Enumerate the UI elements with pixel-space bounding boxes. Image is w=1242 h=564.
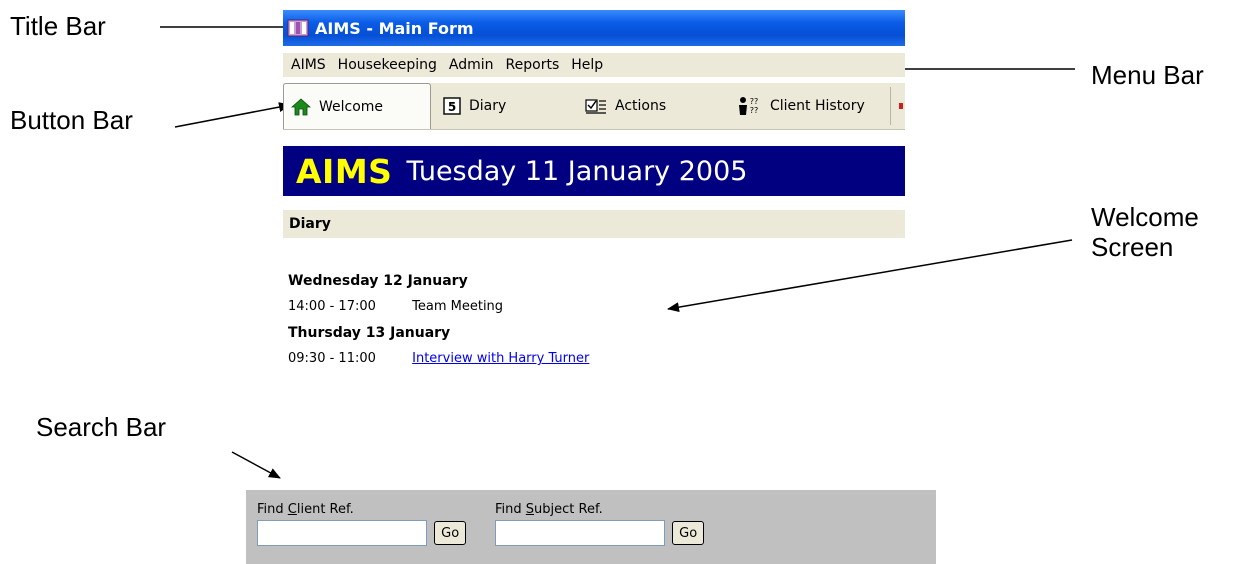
window-title: AIMS - Main Form	[315, 18, 474, 38]
find-client-label: Find Client Ref.	[257, 502, 466, 517]
banner-brand: AIMS	[296, 151, 393, 191]
svg-text:??: ??	[750, 97, 759, 106]
entry-time: 14:00 - 17:00	[288, 299, 376, 314]
menu-aims[interactable]: AIMS	[283, 57, 332, 73]
find-client-label-prefix: Find	[257, 502, 288, 517]
find-subject-group: Find Subject Ref. Go	[495, 502, 705, 546]
diary-header-label: Diary	[289, 216, 331, 232]
partial-toolbar-icon	[899, 103, 903, 109]
client-history-icon: ?? ??	[738, 96, 762, 116]
actions-label: Actions	[615, 98, 667, 114]
find-subject-label-accel: S	[525, 502, 535, 517]
diary-label: Diary	[469, 98, 507, 114]
find-subject-label-prefix: Find	[495, 502, 526, 517]
svg-text:5: 5	[448, 100, 456, 114]
find-client-go-button[interactable]: Go	[434, 521, 467, 545]
diary-entry: 09:30 - 11:00 Interview with Harry Turne…	[288, 346, 589, 372]
diary-day: Wednesday 12 January	[288, 273, 468, 289]
find-client-group: Find Client Ref. Go	[257, 502, 467, 546]
diary-day: Thursday 13 January	[288, 325, 451, 341]
app-icon	[287, 17, 309, 39]
arrow-welcome-screen	[667, 239, 1073, 313]
home-icon	[291, 97, 311, 116]
entry-link[interactable]: Interview with Harry Turner	[412, 351, 589, 366]
actions-button[interactable]: Actions	[585, 83, 725, 129]
arrow-search-bar	[231, 451, 281, 479]
find-client-input[interactable]	[257, 520, 427, 546]
menu-housekeeping[interactable]: Housekeeping	[332, 57, 443, 73]
button-bar: Welcome 5 Diary Actions ?? ?? Client His…	[283, 83, 905, 130]
calendar-icon: 5	[443, 97, 461, 115]
diary-button[interactable]: 5 Diary	[443, 83, 573, 129]
search-bar: Find Client Ref. Go Find Subject Ref. Go	[246, 490, 936, 564]
find-subject-label: Find Subject Ref.	[495, 502, 704, 517]
entry-text: Team Meeting	[412, 299, 504, 314]
entry-time: 09:30 - 11:00	[288, 351, 376, 366]
find-client-label-rest: lient Ref.	[296, 502, 354, 517]
welcome-label: Welcome	[319, 98, 384, 115]
svg-text:??: ??	[750, 106, 759, 115]
find-subject-label-rest: ubject Ref.	[534, 502, 603, 517]
find-client-label-accel: C	[287, 502, 297, 517]
welcome-banner: AIMS Tuesday 11 January 2005	[283, 146, 905, 196]
welcome-button[interactable]: Welcome	[283, 83, 431, 129]
client-history-button[interactable]: ?? ?? Client History	[738, 83, 888, 129]
diary-section-header: Diary	[283, 210, 905, 238]
menu-admin[interactable]: Admin	[443, 57, 500, 73]
find-subject-input[interactable]	[495, 520, 665, 546]
diary-list: Wednesday 12 January 14:00 - 17:00 Team …	[288, 268, 589, 372]
diary-entry: 14:00 - 17:00 Team Meeting	[288, 294, 589, 320]
actions-icon	[585, 97, 607, 115]
banner-date: Tuesday 11 January 2005	[406, 155, 748, 187]
menu-help[interactable]: Help	[565, 57, 609, 73]
toolbar-separator	[890, 87, 891, 125]
menu-bar: AIMS Housekeeping Admin Reports Help	[283, 53, 905, 77]
title-bar[interactable]: AIMS - Main Form	[283, 10, 905, 46]
find-subject-go-button[interactable]: Go	[672, 521, 705, 545]
menu-reports[interactable]: Reports	[500, 57, 566, 73]
client-history-label: Client History	[770, 98, 865, 114]
arrow-button-bar	[174, 102, 291, 128]
